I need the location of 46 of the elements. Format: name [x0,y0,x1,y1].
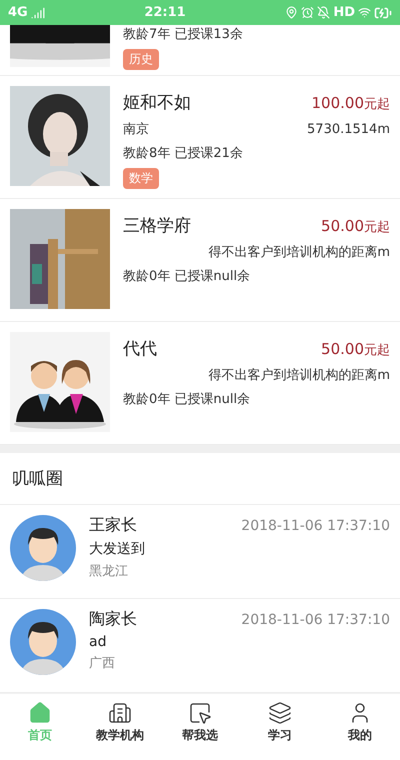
teaching-stats: 教龄0年 已授课null余 [123,391,252,408]
feed-post[interactable]: 王家长 2018-11-06 17:37:10 大发送到 黑龙江 [0,505,400,600]
post-text: 大发送到 [89,540,146,558]
institution-name: 三格学府 [123,215,191,237]
signal-icon [30,6,45,20]
subject-tag: 历史 [123,49,159,70]
institution-card[interactable]: 代代 50.00元起 得不出客户到培训机构的距离m 教龄0年 已授课null余 [0,322,400,445]
feed-post[interactable]: 陶家长 2018-11-06 17:37:10 ad 广西 [0,599,400,694]
post-time: 2018-11-06 17:37:10 [241,518,390,534]
teaching-stats: 教龄0年 已授课null余 [123,268,252,285]
location-icon [285,6,298,19]
mute-icon [317,6,330,19]
tab[interactable]: 学习 [240,694,320,750]
layers-icon [268,700,292,725]
tab[interactable]: 教学机构 [80,694,160,750]
institution-card[interactable]: 三格学府 50.00元起 得不出客户到培训机构的距离m 教龄0年 已授课null余 [0,199,400,322]
institution-name: 代代 [123,338,157,360]
post-location: 广西 [89,655,116,672]
distance: 得不出客户到培训机构的距离m [208,367,390,384]
post-text: ad [89,634,108,650]
price: 100.00元起 [312,94,390,113]
institution-card[interactable]: 姬和不如 100.00元起 南京 5730.1514m 教龄8年 已授课21余 数学 [0,76,400,199]
teaching-stats: 教龄7年 已授课13余 [123,26,244,43]
price: 50.00元起 [321,340,390,359]
tab[interactable]: 我的 [320,694,400,750]
alarm-icon [301,6,314,19]
hd-label: HD [333,5,355,20]
institution-card[interactable]: 教龄7年 已授课13余 历史 [0,25,400,76]
institution-name: 姬和不如 [123,92,191,114]
price: 50.00元起 [321,217,390,236]
pointer-icon [188,700,212,725]
building-icon [108,700,132,725]
tab[interactable]: 帮我选 [160,694,240,750]
post-location: 黑龙江 [89,563,129,580]
author-name: 陶家长 [89,609,137,630]
author-name: 王家长 [89,515,137,536]
post-time: 2018-11-06 17:37:10 [241,612,390,628]
distance: 得不出客户到培训机构的距离m [208,244,390,261]
network-label: 4G [8,5,28,20]
home-icon [28,700,52,725]
teaching-stats: 教龄8年 已授课21余 [123,145,244,162]
clock: 22:11 [144,5,186,20]
section-title: 叽呱圈 [0,453,400,505]
distance: 5730.1514m [307,122,390,137]
subject-tag: 数学 [123,168,159,189]
city: 南京 [123,121,149,138]
